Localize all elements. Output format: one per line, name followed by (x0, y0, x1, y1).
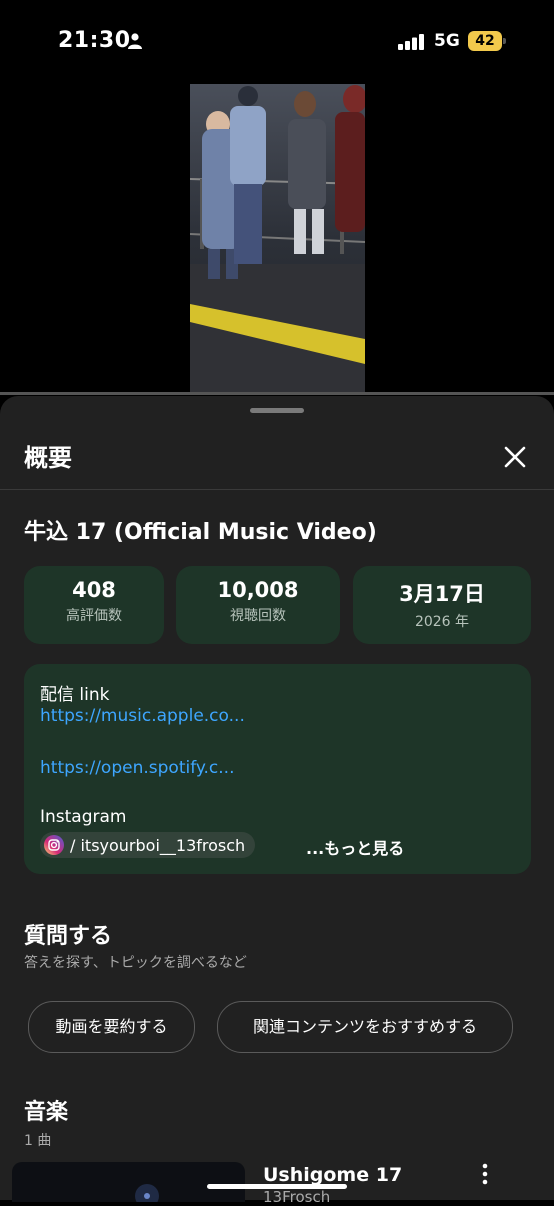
views-label: 視聴回数 (230, 608, 286, 624)
network-type: 5G (434, 31, 460, 51)
video-player[interactable] (190, 84, 365, 394)
signal-icon (398, 34, 424, 50)
drag-handle[interactable] (250, 408, 304, 413)
home-indicator[interactable] (207, 1184, 347, 1189)
video-progress-bar[interactable] (0, 392, 554, 395)
spotify-link[interactable]: https://open.spotify.c... (40, 758, 235, 778)
recommend-related-chip[interactable]: 関連コンテンツをおすすめする (217, 1001, 513, 1053)
instagram-icon (44, 835, 64, 855)
likes-label: 高評価数 (66, 608, 122, 624)
instagram-label: Instagram (40, 807, 127, 827)
show-more-link[interactable]: ...もっと見る (306, 835, 404, 859)
song-thumbnail[interactable] (12, 1162, 245, 1202)
battery-level: 42 (468, 31, 502, 51)
person-icon (128, 33, 142, 49)
header-divider (0, 489, 554, 490)
description-sheet: 概要 牛込 17 (Official Music Video) 408 高評価数… (0, 396, 554, 1206)
date-stat: 3月17日 2026 年 (353, 566, 531, 644)
instagram-link-chip[interactable]: / itsyourboi__13frosch (40, 832, 256, 858)
status-bar: 21:30 5G 42 (0, 0, 554, 84)
views-count: 10,008 (217, 578, 299, 602)
kebab-icon[interactable] (478, 1162, 492, 1186)
close-icon[interactable] (498, 440, 532, 474)
music-track-count: 1 曲 (24, 1133, 52, 1149)
summarize-video-chip[interactable]: 動画を要約する (28, 1001, 195, 1053)
sheet-title: 概要 (24, 444, 72, 472)
battery-tip (503, 38, 506, 44)
description-heading: 配信 link (40, 685, 110, 705)
likes-count: 408 (72, 578, 116, 602)
ask-section-subtitle: 答えを探す、トピックを調べるなど (24, 955, 247, 971)
thumbnail-art (135, 1184, 159, 1202)
publish-date: 3月17日 (399, 582, 485, 606)
instagram-handle: / itsyourboi__13frosch (70, 835, 246, 855)
song-artist: 13Frosch (263, 1188, 331, 1206)
description-box[interactable]: 配信 link https://music.apple.co... https:… (24, 664, 531, 874)
battery-icon: 42 (468, 31, 506, 51)
music-section-title: 音楽 (24, 1100, 69, 1125)
video-title: 牛込 17 (Official Music Video) (24, 520, 377, 545)
status-time: 21:30 (58, 28, 131, 53)
views-stat: 10,008 視聴回数 (176, 566, 340, 644)
song-title[interactable]: Ushigome 17 (263, 1164, 402, 1186)
apple-music-link[interactable]: https://music.apple.co... (40, 706, 245, 726)
video-frame (190, 84, 365, 394)
publish-year: 2026 年 (414, 614, 470, 630)
ask-section-title: 質問する (24, 924, 113, 949)
likes-stat: 408 高評価数 (24, 566, 164, 644)
